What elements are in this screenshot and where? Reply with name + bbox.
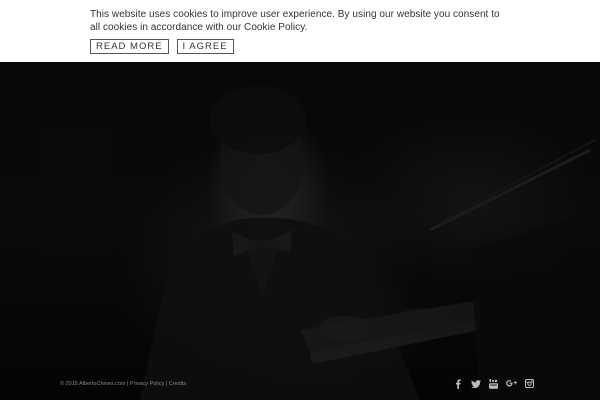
page: This website uses cookies to improve use… <box>0 0 600 400</box>
instagram-icon[interactable] <box>524 378 535 389</box>
cookie-message: This website uses cookies to improve use… <box>90 9 500 33</box>
google-plus-icon[interactable] <box>506 378 517 389</box>
read-more-button[interactable]: READ MORE <box>90 39 169 54</box>
social-links <box>452 378 535 389</box>
privacy-policy-link[interactable]: Privacy Policy <box>130 381 164 387</box>
youtube-icon[interactable] <box>488 378 499 389</box>
i-agree-button[interactable]: I AGREE <box>176 39 234 54</box>
credits-link[interactable]: Credits <box>169 381 186 387</box>
footer-links: © 2015 AlbertoChines.com | Privacy Polic… <box>60 380 186 388</box>
twitter-icon[interactable] <box>470 378 481 389</box>
cookie-consent-banner: This website uses cookies to improve use… <box>0 0 600 62</box>
facebook-icon[interactable] <box>452 378 463 389</box>
cookie-button-group: READ MORE I AGREE <box>90 39 510 54</box>
copyright-text: © 2015 AlbertoChines.com <box>60 381 126 387</box>
footer: © 2015 AlbertoChines.com | Privacy Polic… <box>0 376 600 396</box>
